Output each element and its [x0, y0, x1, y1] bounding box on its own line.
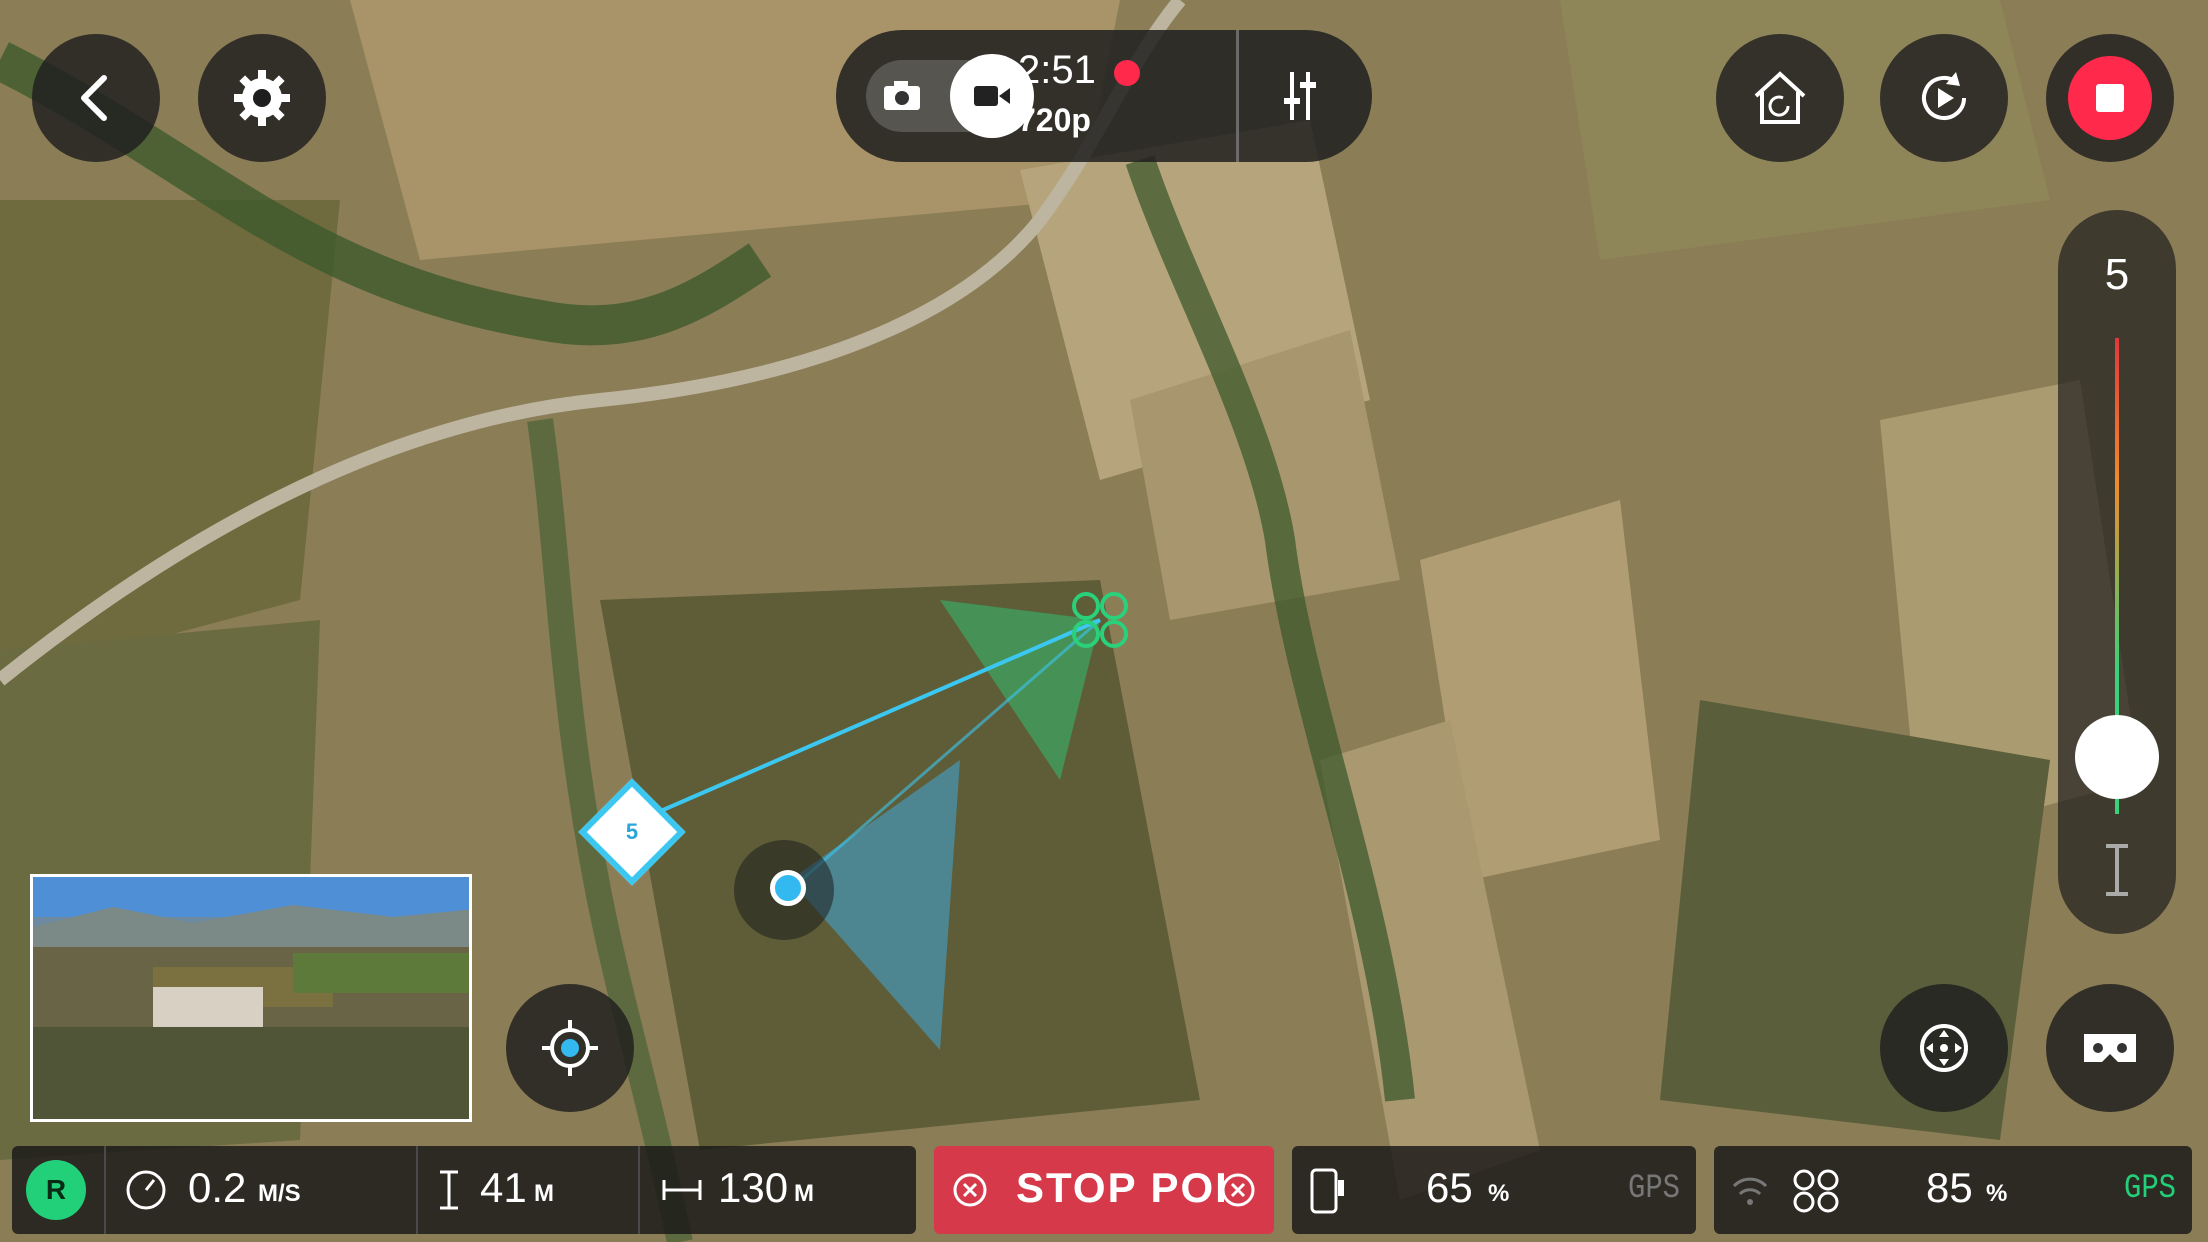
stop-icon [2068, 56, 2152, 140]
crosshair-icon [542, 1020, 598, 1076]
phone-status-panel: 65 % GPS [1292, 1146, 1696, 1234]
divider [1236, 30, 1239, 162]
drone-status-panel: 85 % GPS [1714, 1146, 2192, 1234]
poi-waypoint-label: 5 [625, 819, 639, 844]
stop-poi-label: STOP POI [1016, 1164, 1229, 1211]
altitude-target-value: 5 [2104, 250, 2130, 299]
phone-battery-unit: % [1488, 1180, 1510, 1207]
record-time: 2:51 [1018, 48, 1096, 92]
recenter-button[interactable] [1880, 984, 2008, 1112]
distance-unit: M [794, 1180, 814, 1207]
phone-gps-label: GPS [1628, 1170, 1681, 1208]
divider [416, 1146, 418, 1234]
recording-indicator [1114, 60, 1140, 86]
distance-value: 130 [718, 1164, 789, 1211]
drone-battery-icon [1793, 1169, 1839, 1213]
move-icon [1920, 1024, 1968, 1072]
drone-battery-unit: % [1986, 1180, 2008, 1207]
photo-video-toggle[interactable] [866, 54, 1034, 138]
altitude-value: 41 [480, 1164, 527, 1211]
user-location-dot [770, 870, 806, 906]
speed-icon [126, 1170, 166, 1210]
drone-gps-label: GPS [2124, 1170, 2177, 1208]
replay-button[interactable] [1880, 34, 2008, 162]
altitude-slider[interactable]: 5 [2058, 210, 2176, 934]
chevron-left-icon [81, 75, 107, 121]
vr-goggles-icon [2084, 1034, 2136, 1062]
vr-mode-button[interactable] [2046, 984, 2174, 1112]
camera-preview[interactable] [30, 874, 472, 1122]
settings-button[interactable] [198, 34, 326, 162]
stop-record-button[interactable] [2046, 34, 2174, 162]
distance-icon [662, 1180, 702, 1200]
locate-button[interactable] [506, 984, 634, 1112]
rth-badge: R [26, 1160, 86, 1220]
phone-battery-icon [1310, 1168, 1344, 1214]
divider [638, 1146, 640, 1234]
altitude-unit: M [534, 1180, 554, 1207]
gear-icon [234, 70, 290, 126]
altitude-knob[interactable] [2075, 715, 2159, 799]
stop-poi-button[interactable]: STOP POI [934, 1146, 1274, 1234]
altitude-icon [2106, 844, 2128, 896]
height-icon [440, 1170, 458, 1210]
speed-unit: M/S [258, 1180, 301, 1207]
divider [104, 1146, 106, 1234]
return-home-button[interactable] [1716, 34, 1844, 162]
return-home-icon [1754, 71, 1806, 124]
phone-battery-value: 65 [1426, 1164, 1473, 1211]
close-icon [953, 1173, 987, 1207]
record-resolution: 720p [1018, 102, 1091, 138]
drone-battery-value: 85 [1926, 1164, 1973, 1211]
record-bar: 2:51 720p [836, 30, 1372, 162]
close-icon [1221, 1173, 1255, 1207]
flight-stats-panel: R 0.2 M/S 41 M 130 M [12, 1146, 916, 1234]
camera-preview-image [33, 877, 469, 1119]
speed-value: 0.2 [188, 1164, 247, 1211]
back-button[interactable] [32, 34, 160, 162]
sliders-icon[interactable] [1268, 64, 1332, 128]
replay-icon [1922, 72, 1966, 120]
wifi-icon [1732, 1177, 1768, 1205]
camera-icon [884, 81, 920, 110]
